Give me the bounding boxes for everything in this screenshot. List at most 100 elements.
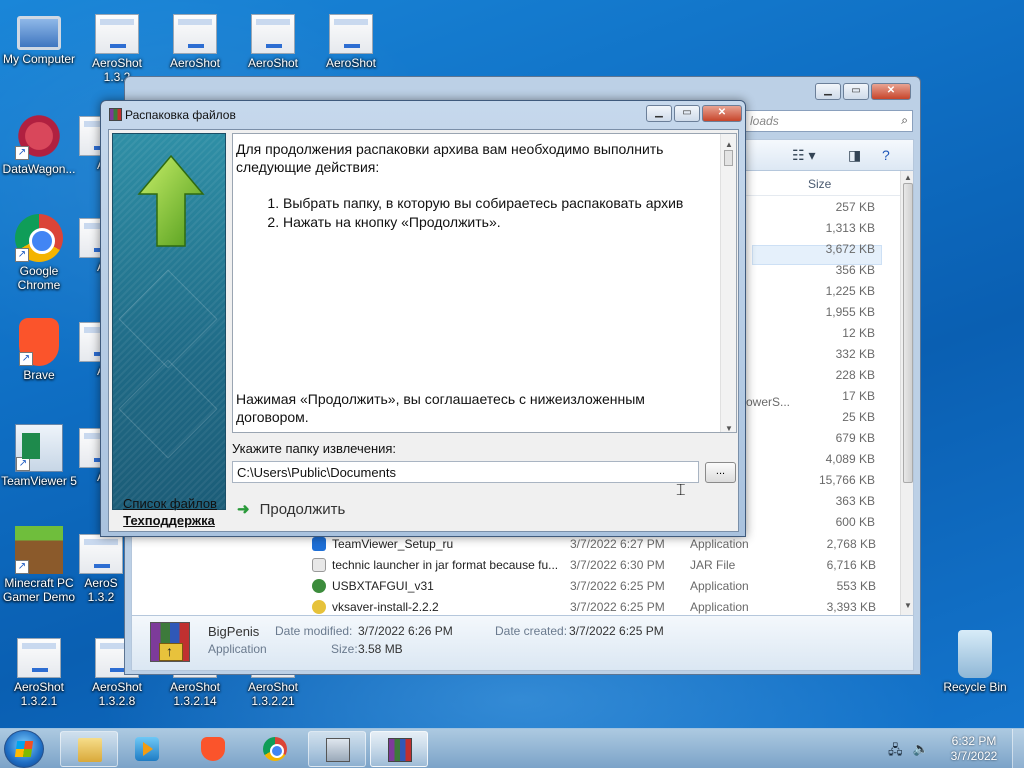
scroll-down-icon[interactable]: ▼ xyxy=(725,420,733,432)
system-clock[interactable]: 6:32 PM 3/7/2022 xyxy=(940,734,1008,764)
file-size: 2,768 KB xyxy=(826,537,876,551)
show-desktop-button[interactable] xyxy=(1012,729,1024,768)
installer-icon xyxy=(312,600,326,614)
explorer-vertical-scrollbar[interactable]: ▲ ▼ xyxy=(900,171,913,615)
file-size: 4,089 KB xyxy=(825,452,875,466)
desktop-icon-aeroshot[interactable]: AeroShot xyxy=(313,10,389,70)
close-button[interactable]: ✕ xyxy=(871,83,911,100)
maximize-button[interactable]: ▭ xyxy=(843,83,869,100)
taskbar-brave[interactable] xyxy=(184,731,242,767)
side-banner: Список файлов xyxy=(112,133,227,511)
computer-icon xyxy=(17,16,61,50)
desktop-icon-label: AeroShot xyxy=(169,56,221,70)
file-date: 3/7/2022 6:30 PM xyxy=(570,558,665,572)
help-icon[interactable]: ? xyxy=(882,147,890,163)
winrar-icon xyxy=(109,108,122,121)
details-size-label: Size: xyxy=(331,642,358,656)
desktop-icon-google-chrome[interactable]: ↗ Google Chrome xyxy=(1,214,77,292)
taskbar-chrome[interactable] xyxy=(246,731,304,767)
scrollbar-thumb[interactable] xyxy=(903,183,913,483)
file-type: JAR File xyxy=(690,558,736,572)
extraction-dialog[interactable]: Распаковка файлов ▁ ▭ ✕ Список файлов Те… xyxy=(100,100,746,537)
folder-icon xyxy=(78,738,102,762)
file-type: Application xyxy=(690,600,749,614)
explorer-search-input[interactable]: loads ⌕ xyxy=(745,110,913,132)
minimize-button[interactable]: ▁ xyxy=(646,105,672,122)
desktop-icon-datawagon[interactable]: ↗ DataWagon... xyxy=(1,112,77,176)
table-row[interactable]: technic launcher in jar format because f… xyxy=(308,555,888,575)
table-row[interactable]: USBXTAFGUI_v31 3/7/2022 6:25 PM Applicat… xyxy=(308,576,888,596)
desktop-icon-hidden[interactable]: AeroS 1.3.2 xyxy=(79,530,123,604)
instructions-scrollbar[interactable]: ▲ ▼ xyxy=(720,134,736,432)
continue-button[interactable]: ➜ Продолжить xyxy=(237,498,345,520)
details-file-name: BigPenis xyxy=(208,624,260,639)
file-size: 6,716 KB xyxy=(826,558,876,572)
file-date: 3/7/2022 6:25 PM xyxy=(570,600,665,614)
maximize-button[interactable]: ▭ xyxy=(674,105,700,122)
desktop-icon-aeroshot-1321[interactable]: AeroShot 1.3.2.1 xyxy=(1,634,77,708)
desktop-icon-label: Brave xyxy=(23,368,55,382)
instructions-box: Для продолжения распаковки архива вам не… xyxy=(232,133,737,433)
system-tray: 🖧 🔈 xyxy=(888,741,929,763)
support-link[interactable]: Техподдержка xyxy=(112,513,226,528)
desktop-icon-label: Google Chrome xyxy=(17,264,61,292)
recycle-bin-icon xyxy=(958,630,992,678)
instruction-step: Выбрать папку, в которую вы собираетесь … xyxy=(283,194,723,212)
taskbar-explorer[interactable] xyxy=(60,731,118,767)
clock-date: 3/7/2022 xyxy=(950,749,998,763)
table-row[interactable]: TeamViewer_Setup_ru 3/7/2022 6:27 PM App… xyxy=(308,534,888,554)
chrome-icon: ↗ xyxy=(15,214,63,262)
file-size: 12 KB xyxy=(842,326,875,340)
table-row[interactable]: vksaver-install-2.2.2 3/7/2022 6:25 PM A… xyxy=(308,597,888,615)
close-button[interactable]: ✕ xyxy=(702,105,742,122)
details-modified-value: 3/7/2022 6:26 PM xyxy=(358,624,453,638)
details-modified-label: Date modified: xyxy=(275,624,353,638)
scroll-up-icon[interactable]: ▲ xyxy=(904,173,912,182)
winrar-icon xyxy=(388,738,412,762)
taskbar-winrar[interactable] xyxy=(370,731,428,767)
network-icon[interactable]: 🖧 xyxy=(888,741,903,763)
taskbar: 🖧 🔈 6:32 PM 3/7/2022 xyxy=(0,728,1024,768)
desktop-icon-recycle-bin[interactable]: Recycle Bin xyxy=(937,630,1013,694)
preview-pane-icon[interactable]: ◨ xyxy=(848,147,861,164)
file-size: 25 KB xyxy=(842,410,875,424)
volume-icon[interactable]: 🔈 xyxy=(913,741,929,763)
desktop-icon-aeroshot[interactable]: AeroShot 1.3.2 xyxy=(79,10,155,84)
file-size: 3,393 KB xyxy=(826,600,876,614)
shortcut-arrow-icon: ↗ xyxy=(19,352,33,366)
details-created-label: Date created: xyxy=(495,624,568,638)
desktop-icon-minecraft[interactable]: ↗ Minecraft PC Gamer Demo xyxy=(1,526,77,604)
file-size: 679 KB xyxy=(835,431,875,445)
scrollbar-thumb[interactable] xyxy=(724,150,733,166)
application-icon xyxy=(79,534,123,574)
taskbar-installer[interactable] xyxy=(308,731,366,767)
view-options-icon[interactable]: ☷ ▾ xyxy=(792,147,815,164)
desktop-icon-label: Recycle Bin xyxy=(943,680,1007,694)
column-header-size[interactable]: Size xyxy=(808,177,831,191)
desktop-icon-brave[interactable]: ↗ Brave xyxy=(1,318,77,382)
arrow-right-icon: ➜ xyxy=(237,501,250,518)
file-size: 356 KB xyxy=(835,263,875,277)
details-file-type: Application xyxy=(208,642,267,656)
file-type: Application xyxy=(690,537,749,551)
datawagon-icon: ↗ xyxy=(15,112,63,160)
file-list-link[interactable]: Список файлов xyxy=(113,496,227,511)
dialog-body: Список файлов Техподдержка Для продолжен… xyxy=(108,129,739,532)
start-button[interactable] xyxy=(4,730,44,768)
file-size: 332 KB xyxy=(835,347,875,361)
desktop-icon-label: TeamViewer 5 xyxy=(1,474,77,488)
extract-folder-input[interactable] xyxy=(232,461,699,483)
desktop-icon-label: AeroShot xyxy=(247,56,299,70)
desktop-icon-aeroshot[interactable]: AeroShot xyxy=(235,10,311,70)
browse-button[interactable]: ... xyxy=(705,462,736,483)
application-icon xyxy=(17,638,61,678)
desktop-icon-teamviewer[interactable]: ↗ TeamViewer 5 xyxy=(1,424,77,488)
taskbar-media-player[interactable] xyxy=(118,731,176,767)
media-player-icon xyxy=(135,737,159,761)
desktop-icon-my-computer[interactable]: My Computer xyxy=(1,10,77,66)
scroll-down-icon[interactable]: ▼ xyxy=(904,601,912,610)
minimize-button[interactable]: ▁ xyxy=(815,83,841,100)
desktop-icon-aeroshot[interactable]: AeroShot xyxy=(157,10,233,70)
instructions-steps: Выбрать папку, в которую вы собираетесь … xyxy=(283,194,723,232)
file-name: vksaver-install-2.2.2 xyxy=(332,600,439,614)
